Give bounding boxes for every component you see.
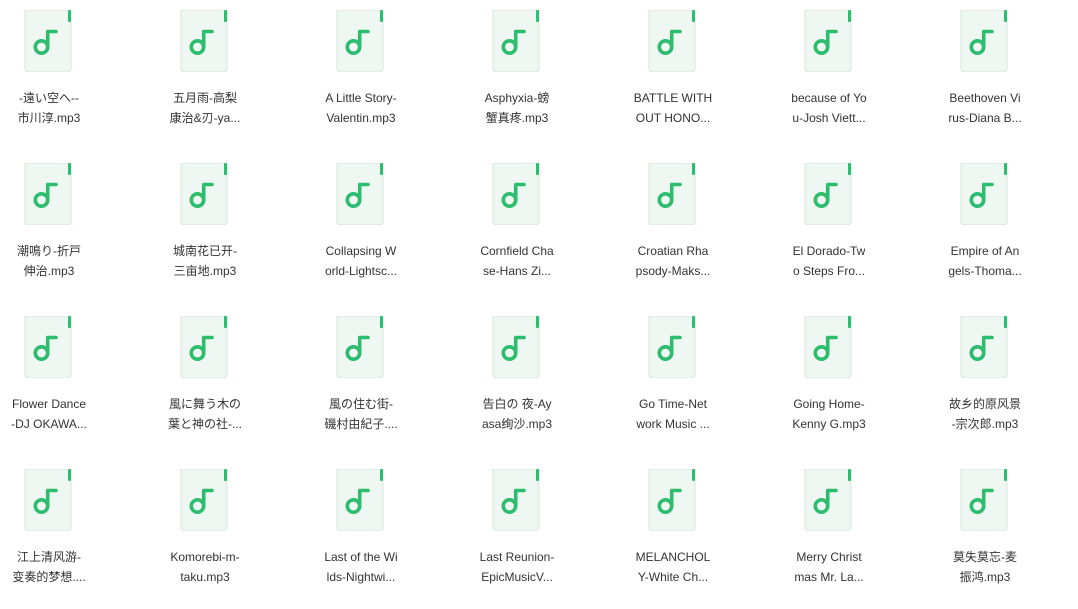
- music-file-icon: [177, 10, 231, 72]
- file-item[interactable]: Empire of An gels-Thoma...: [930, 153, 1040, 303]
- music-file-icon: [177, 469, 231, 531]
- music-file-icon: [489, 163, 543, 225]
- file-item[interactable]: 告白の 夜-Ay asa绚沙.mp3: [462, 306, 572, 456]
- file-item[interactable]: 莫失莫忘-麦 振鸿.mp3: [930, 459, 1040, 609]
- file-item[interactable]: Komorebi-m- taku.mp3: [150, 459, 260, 609]
- music-file-icon: [21, 316, 75, 378]
- file-name: BATTLE WITH OUT HONO...: [633, 91, 713, 125]
- file-name: -遠い空へ-- 市川淳.mp3: [17, 91, 81, 125]
- file-item[interactable]: Collapsing W orld-Lightsc...: [306, 153, 416, 303]
- music-file-icon: [645, 469, 699, 531]
- file-item[interactable]: A Little Story- Valentin.mp3: [306, 0, 416, 150]
- file-name: El Dorado-Tw o Steps Fro...: [792, 244, 866, 278]
- file-item[interactable]: Last Reunion- EpicMusicV...: [462, 459, 572, 609]
- music-file-icon: [957, 469, 1011, 531]
- file-name: Cornfield Cha se-Hans Zi...: [480, 244, 554, 278]
- music-file-icon: [957, 163, 1011, 225]
- music-file-icon: [957, 316, 1011, 378]
- file-item[interactable]: Croatian Rha psody-Maks...: [618, 153, 728, 303]
- music-file-icon: [489, 10, 543, 72]
- file-name: Collapsing W orld-Lightsc...: [324, 244, 398, 278]
- music-file-icon: [21, 163, 75, 225]
- file-name: Merry Christ mas Mr. La...: [794, 550, 864, 584]
- file-name: Go Time-Net work Music ...: [636, 397, 710, 431]
- file-name: Komorebi-m- taku.mp3: [170, 550, 240, 584]
- music-file-icon: [957, 10, 1011, 72]
- music-file-icon: [333, 469, 387, 531]
- file-name: Asphyxia-螃 蟹真疼.mp3: [484, 91, 550, 125]
- file-name: 五月雨-高梨 康治&刃-ya...: [169, 91, 241, 125]
- file-item[interactable]: because of Yo u-Josh Viett...: [774, 0, 884, 150]
- file-name: Going Home- Kenny G.mp3: [792, 397, 866, 431]
- file-name: MELANCHOL Y-White Ch...: [635, 550, 711, 584]
- file-item[interactable]: 潮鳴り-折戸 伸治.mp3: [0, 153, 104, 303]
- file-name: 城南花已开- 三亩地.mp3: [173, 244, 237, 278]
- music-file-icon: [333, 10, 387, 72]
- file-name: 莫失莫忘-麦 振鸿.mp3: [953, 550, 1017, 584]
- file-grid: -遠い空へ-- 市川淳.mp3 五月雨-高梨 康治&刃-ya... A Little…: [0, 0, 1078, 609]
- music-file-icon: [801, 316, 855, 378]
- file-name: Croatian Rha psody-Maks...: [635, 244, 711, 278]
- file-item[interactable]: Going Home- Kenny G.mp3: [774, 306, 884, 456]
- file-name: 江上清风游- 变奏的梦想....: [12, 550, 86, 584]
- file-name: Last Reunion- EpicMusicV...: [479, 550, 555, 584]
- file-name: because of Yo u-Josh Viett...: [791, 91, 867, 125]
- file-item[interactable]: El Dorado-Tw o Steps Fro...: [774, 153, 884, 303]
- file-item[interactable]: BATTLE WITH OUT HONO...: [618, 0, 728, 150]
- file-item[interactable]: -遠い空へ-- 市川淳.mp3: [0, 0, 104, 150]
- file-name: 風に舞う木の 葉と神の社-...: [168, 397, 242, 431]
- file-item[interactable]: Cornfield Cha se-Hans Zi...: [462, 153, 572, 303]
- file-name: Last of the Wi lds-Nightwi...: [324, 550, 398, 584]
- file-name: 告白の 夜-Ay asa绚沙.mp3: [481, 397, 553, 431]
- file-item[interactable]: Merry Christ mas Mr. La...: [774, 459, 884, 609]
- music-file-icon: [801, 10, 855, 72]
- music-file-icon: [645, 316, 699, 378]
- music-file-icon: [177, 163, 231, 225]
- file-item[interactable]: 風に舞う木の 葉と神の社-...: [150, 306, 260, 456]
- music-file-icon: [489, 469, 543, 531]
- file-item[interactable]: 風の住む街- 磯村由紀子....: [306, 306, 416, 456]
- file-name: 風の住む街- 磯村由紀子....: [324, 397, 398, 431]
- file-item[interactable]: Flower Dance -DJ OKAWA...: [0, 306, 104, 456]
- file-item[interactable]: Last of the Wi lds-Nightwi...: [306, 459, 416, 609]
- file-item[interactable]: 江上清风游- 变奏的梦想....: [0, 459, 104, 609]
- file-item[interactable]: Asphyxia-螃 蟹真疼.mp3: [462, 0, 572, 150]
- file-item[interactable]: MELANCHOL Y-White Ch...: [618, 459, 728, 609]
- music-file-icon: [801, 163, 855, 225]
- music-file-icon: [645, 10, 699, 72]
- music-file-icon: [177, 316, 231, 378]
- file-item[interactable]: Go Time-Net work Music ...: [618, 306, 728, 456]
- file-name: Beethoven Vi rus-Diana B...: [948, 91, 1022, 125]
- file-name: 潮鳴り-折戸 伸治.mp3: [17, 244, 81, 278]
- music-file-icon: [801, 469, 855, 531]
- music-file-icon: [645, 163, 699, 225]
- music-file-icon: [333, 163, 387, 225]
- file-name: Flower Dance -DJ OKAWA...: [11, 397, 87, 431]
- file-name: Empire of An gels-Thoma...: [948, 244, 1022, 278]
- music-file-icon: [333, 316, 387, 378]
- file-name: A Little Story- Valentin.mp3: [325, 91, 397, 125]
- file-name: 故乡的原风景 -宗次郎.mp3: [948, 397, 1021, 431]
- file-item[interactable]: 五月雨-高梨 康治&刃-ya...: [150, 0, 260, 150]
- file-item[interactable]: 故乡的原风景 -宗次郎.mp3: [930, 306, 1040, 456]
- music-file-icon: [489, 316, 543, 378]
- file-item[interactable]: 城南花已开- 三亩地.mp3: [150, 153, 260, 303]
- file-item[interactable]: Beethoven Vi rus-Diana B...: [930, 0, 1040, 150]
- music-file-icon: [21, 10, 75, 72]
- music-file-icon: [21, 469, 75, 531]
